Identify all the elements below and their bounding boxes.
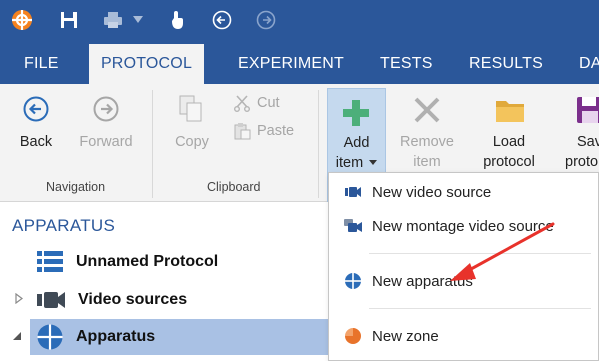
print-icon[interactable]: [99, 6, 127, 34]
video-camera-icon: [36, 289, 66, 311]
tree-item-label: Unnamed Protocol: [76, 253, 219, 270]
ribbon-separator: [152, 90, 153, 198]
panel-title: APPARATUS: [12, 216, 116, 235]
forward-label: Forward: [79, 134, 133, 150]
tab-results[interactable]: RESULTS: [469, 44, 543, 84]
menu-item-label: New montage video source: [372, 217, 554, 235]
add-item-label-line2: item: [335, 155, 364, 171]
touch-icon[interactable]: [163, 6, 191, 34]
apparatus-icon: [36, 323, 64, 351]
menu-separator: [369, 308, 591, 309]
save-protocol-icon: [576, 96, 599, 128]
save-protocol-label-line2: proto: [565, 154, 599, 170]
save-protocol-button[interactable]: Sav proto: [560, 84, 599, 174]
video-camera-icon: [343, 182, 363, 202]
plus-icon: [342, 99, 370, 132]
menu-item-new-video-source[interactable]: New video source: [329, 175, 598, 209]
cut-label: Cut: [257, 95, 280, 111]
montage-camera-icon: [343, 216, 363, 236]
add-item-label-line1: Add: [343, 135, 370, 151]
cut-button[interactable]: Cut: [233, 92, 280, 114]
tree-item-video-sources[interactable]: Video sources: [30, 282, 328, 318]
list-icon: [36, 250, 64, 274]
cut-icon: [234, 95, 250, 112]
menu-item-label: New zone: [372, 327, 439, 345]
back-button[interactable]: Back: [10, 84, 62, 174]
folder-icon: [495, 96, 525, 128]
app-logo-icon[interactable]: [8, 6, 36, 34]
menu-item-label: New apparatus: [372, 272, 473, 290]
menu-separator: [369, 253, 591, 254]
menu-item-new-zone[interactable]: New zone: [329, 319, 598, 353]
save-protocol-label-line1: Sav: [577, 134, 599, 150]
expand-arrow-icon[interactable]: [15, 292, 23, 307]
tree-item-label: Video sources: [78, 291, 188, 308]
copy-button[interactable]: Copy: [168, 84, 216, 174]
back-circle-icon[interactable]: [208, 6, 236, 34]
group-label-navigation: Navigation: [46, 180, 106, 194]
load-protocol-button[interactable]: Load protocol: [476, 84, 542, 174]
forward-button[interactable]: Forward: [76, 84, 136, 174]
remove-item-button[interactable]: Remove item: [395, 84, 459, 174]
menu-item-label: New video source: [372, 183, 492, 201]
group-label-clipboard: Clipboard: [207, 180, 261, 194]
forward-arrow-icon: [93, 96, 119, 126]
chevron-down-icon: [369, 160, 378, 166]
ribbon-tab-bar: FILE PROTOCOL EXPERIMENT TESTS RESULTS D…: [0, 44, 599, 84]
quick-access-toolbar: [0, 0, 599, 44]
paste-label: Paste: [257, 123, 295, 139]
tab-experiment[interactable]: EXPERIMENT: [238, 44, 344, 84]
forward-circle-icon[interactable]: [252, 6, 280, 34]
remove-item-label-line2: item: [413, 154, 441, 170]
ribbon-separator: [318, 90, 319, 198]
tree-item-apparatus[interactable]: Apparatus: [30, 319, 328, 355]
tab-protocol[interactable]: PROTOCOL: [89, 44, 204, 84]
tree-item-label: Apparatus: [76, 328, 156, 345]
collapse-arrow-icon[interactable]: [12, 331, 22, 344]
back-label: Back: [19, 134, 53, 150]
load-protocol-label-line2: protocol: [483, 154, 535, 170]
zone-icon: [343, 326, 363, 346]
paste-icon: [234, 123, 251, 140]
copy-icon: [178, 94, 204, 128]
remove-item-label-line1: Remove: [400, 134, 454, 150]
remove-x-icon: [413, 96, 441, 128]
apparatus-icon: [343, 271, 363, 291]
load-protocol-label-line1: Load: [492, 134, 526, 150]
paste-button[interactable]: Paste: [233, 120, 294, 142]
tab-file[interactable]: FILE: [24, 44, 59, 84]
add-item-dropdown-menu: New video source New montage video sourc…: [328, 172, 599, 361]
tab-data[interactable]: DA: [579, 44, 599, 84]
menu-item-new-apparatus[interactable]: New apparatus: [329, 264, 598, 298]
tab-tests[interactable]: TESTS: [380, 44, 433, 84]
save-icon[interactable]: [55, 6, 83, 34]
tree-item-unnamed-protocol[interactable]: Unnamed Protocol: [30, 244, 328, 280]
copy-label: Copy: [175, 134, 209, 150]
menu-item-new-montage-video-source[interactable]: New montage video source: [329, 209, 598, 243]
print-dropdown-icon[interactable]: [130, 6, 146, 34]
back-arrow-icon: [23, 96, 49, 126]
